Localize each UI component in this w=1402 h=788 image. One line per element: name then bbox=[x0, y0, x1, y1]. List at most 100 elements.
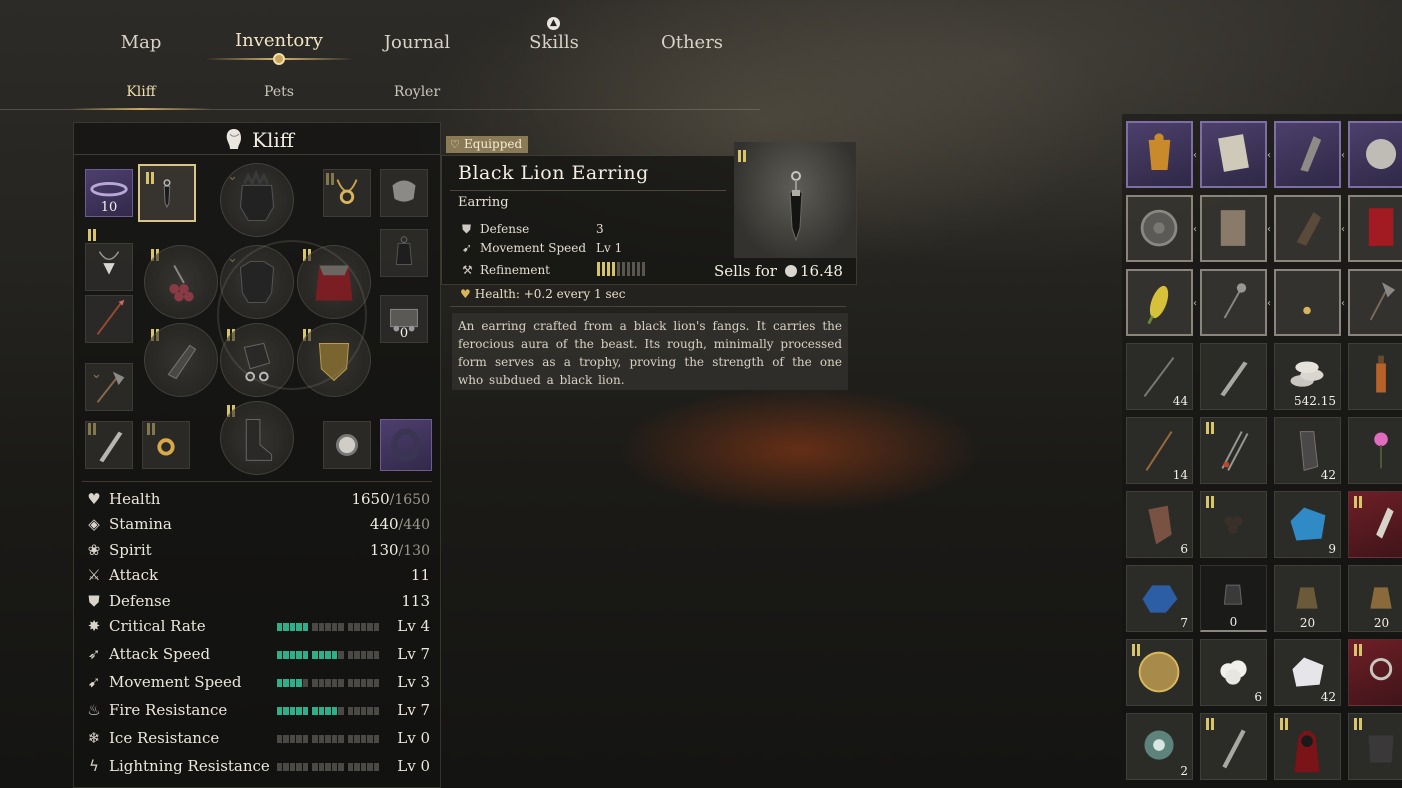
character-panel: Kliff 10 ⌄ ⌄ bbox=[73, 122, 441, 788]
inventory-slot[interactable] bbox=[1274, 713, 1341, 780]
item-count: 42 bbox=[1320, 468, 1336, 482]
inventory-slot[interactable] bbox=[1200, 713, 1267, 780]
inventory-slot[interactable] bbox=[1348, 713, 1402, 780]
level-segment bbox=[296, 679, 302, 687]
inventory-slot[interactable] bbox=[1348, 491, 1402, 558]
subtab-kliff[interactable]: Kliff bbox=[126, 84, 155, 100]
inventory-slot[interactable]: 44 bbox=[1126, 343, 1193, 410]
inventory-slot[interactable]: ‹ bbox=[1126, 269, 1197, 336]
inventory-slot[interactable]: ‹ bbox=[1200, 195, 1271, 262]
chevron-left-icon: ‹ bbox=[1267, 224, 1271, 235]
equip-slot-amulet[interactable] bbox=[85, 243, 133, 291]
movement-speed-icon: ➹ bbox=[87, 673, 101, 691]
equip-slot-boots[interactable] bbox=[220, 401, 294, 475]
equip-slot-gloves[interactable] bbox=[144, 323, 218, 397]
tab-inventory[interactable]: Inventory bbox=[235, 30, 323, 51]
inventory-slot[interactable]: ‹ bbox=[1274, 195, 1345, 262]
silver-coin-icon bbox=[1365, 138, 1397, 170]
level-segment bbox=[354, 763, 360, 771]
inventory-slot[interactable]: ‹ bbox=[1200, 269, 1271, 336]
equip-slot-earring[interactable] bbox=[138, 164, 196, 222]
level-segment bbox=[318, 735, 325, 743]
tab-others[interactable]: Others bbox=[661, 32, 723, 53]
subtab-pets[interactable]: Pets bbox=[264, 84, 294, 100]
earring-icon bbox=[163, 179, 171, 209]
potion-bottle-icon bbox=[1376, 355, 1386, 393]
level-segment bbox=[296, 763, 302, 771]
inventory-slot[interactable]: ‹ bbox=[1126, 121, 1197, 188]
item-stat-value: Lv 1 bbox=[596, 241, 623, 255]
inventory-slot[interactable]: 9 bbox=[1274, 491, 1341, 558]
inventory-slot[interactable] bbox=[1200, 417, 1267, 484]
equip-slot-ring[interactable] bbox=[142, 421, 190, 469]
stat-value: 11 bbox=[410, 566, 430, 584]
tab-map[interactable]: Map bbox=[121, 32, 162, 53]
stat-label: Fire Resistance bbox=[109, 701, 228, 719]
inventory-slot[interactable] bbox=[1348, 195, 1402, 262]
level-segment bbox=[312, 763, 318, 771]
red-book-icon bbox=[1368, 208, 1394, 246]
inventory-slot[interactable]: ‹ bbox=[1200, 121, 1271, 188]
stat-current: 440 bbox=[369, 515, 399, 533]
glove-icon bbox=[1296, 212, 1322, 246]
inventory-slot[interactable]: 20 bbox=[1274, 565, 1341, 632]
tab-skills[interactable]: Skills bbox=[529, 32, 579, 53]
sell-label: Sells for bbox=[714, 262, 777, 280]
berries-icon bbox=[1224, 516, 1243, 534]
level-segment bbox=[289, 651, 296, 659]
inventory-slot[interactable]: 14 bbox=[1126, 417, 1193, 484]
inventory-slot[interactable] bbox=[1348, 417, 1402, 484]
equip-slot-mask[interactable] bbox=[380, 169, 428, 217]
equip-slot-necklace[interactable] bbox=[323, 169, 371, 217]
inventory-slot[interactable] bbox=[1200, 491, 1267, 558]
book-icon bbox=[1220, 210, 1246, 246]
inventory-slot[interactable] bbox=[1348, 269, 1402, 336]
inventory-slot[interactable]: ‹ bbox=[1274, 269, 1345, 336]
inventory-slot[interactable]: 42 bbox=[1274, 639, 1341, 706]
controller-button-icon: ▲ bbox=[547, 17, 560, 30]
equip-slot-trinket[interactable] bbox=[323, 421, 371, 469]
level-segment bbox=[360, 763, 367, 771]
equip-slot-gloves-left[interactable] bbox=[144, 245, 218, 319]
equip-slot-spear[interactable] bbox=[85, 295, 133, 343]
character-header: Kliff bbox=[74, 123, 440, 155]
level-bar bbox=[277, 763, 380, 771]
inventory-slot[interactable] bbox=[1200, 343, 1267, 410]
inventory-slot[interactable]: 7 bbox=[1126, 565, 1193, 632]
stat-lightning-resistance: ϟ Lightning Resistance Lv 0 bbox=[84, 755, 430, 779]
inventory-slot[interactable]: ‹ bbox=[1274, 121, 1345, 188]
equip-slot-mount[interactable]: 0 bbox=[380, 295, 428, 343]
inventory-slot[interactable]: 542.15 bbox=[1274, 343, 1341, 410]
level-segment bbox=[338, 623, 344, 631]
refinement-segment bbox=[602, 262, 605, 276]
equip-slot-bracelet[interactable] bbox=[380, 419, 432, 471]
inventory-slot[interactable]: 20 bbox=[1348, 565, 1402, 632]
inventory-slot[interactable]: 6 bbox=[1200, 639, 1267, 706]
tab-journal[interactable]: Journal bbox=[384, 32, 450, 53]
equip-slot-axe[interactable] bbox=[85, 363, 133, 411]
stat-spirit: ❀ Spirit 130/130 bbox=[84, 539, 430, 563]
level-segment bbox=[289, 623, 296, 631]
level-segment bbox=[367, 679, 373, 687]
refinement-segment bbox=[617, 262, 620, 276]
equip-slot-sword[interactable] bbox=[85, 421, 133, 469]
refinement-segment bbox=[632, 262, 635, 276]
item-description: An earring crafted from a black lion's f… bbox=[452, 313, 848, 390]
equip-slot-lantern[interactable] bbox=[380, 229, 428, 277]
inventory-slot[interactable]: 0 bbox=[1200, 565, 1267, 632]
inventory-slot[interactable] bbox=[1348, 121, 1402, 188]
subtab-royler[interactable]: Royler bbox=[394, 84, 440, 100]
inventory-slot[interactable]: 6 bbox=[1126, 491, 1193, 558]
equip-slot-helmet[interactable] bbox=[220, 163, 294, 237]
inventory-slot[interactable] bbox=[1348, 343, 1402, 410]
inventory-slot[interactable]: ‹ bbox=[1126, 195, 1197, 262]
pendant-icon bbox=[1303, 306, 1311, 315]
equip-slot-headband[interactable]: 10 bbox=[85, 169, 133, 217]
top-navigation: Map Inventory Journal ▲ Skills Others bbox=[0, 0, 760, 70]
inventory-slot[interactable] bbox=[1348, 639, 1402, 706]
inventory-slot[interactable] bbox=[1126, 639, 1193, 706]
inventory-slot[interactable]: 2 bbox=[1126, 713, 1193, 780]
inventory-slot[interactable]: 42 bbox=[1274, 417, 1341, 484]
twin-blades-icon bbox=[1221, 431, 1249, 471]
level-segment bbox=[296, 623, 302, 631]
